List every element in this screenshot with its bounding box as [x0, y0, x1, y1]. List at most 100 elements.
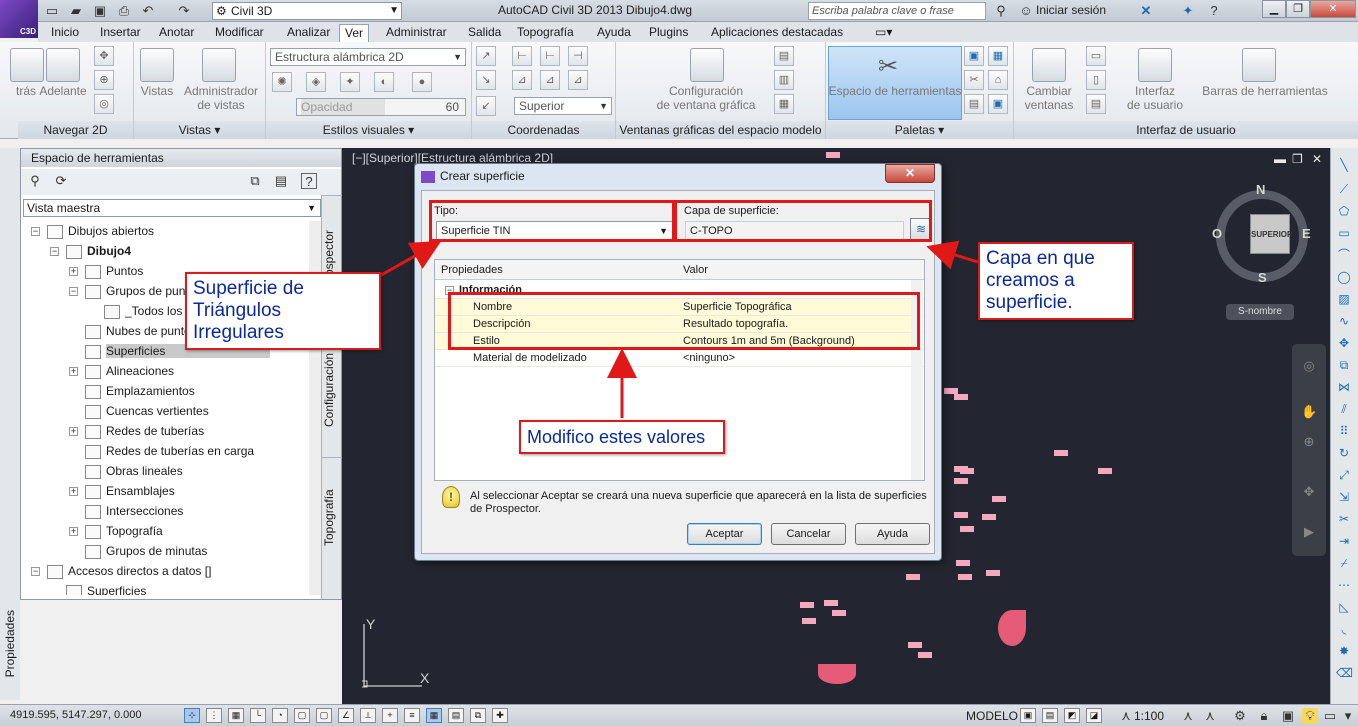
explode-icon[interactable]: ✸ — [1336, 644, 1352, 658]
navigation-bar[interactable]: ◎ ✋ ⊕ ✥ ▶ — [1292, 344, 1326, 556]
selection-cycling-icon[interactable]: ⧉ — [470, 708, 486, 723]
copy-icon[interactable]: ⧉ — [1336, 358, 1352, 372]
compass-west[interactable]: O — [1212, 226, 1222, 241]
palette-d-icon[interactable]: ⌂ — [988, 70, 1008, 90]
erase-icon[interactable]: ⌫ — [1336, 666, 1353, 680]
ucs-world-icon[interactable]: ↘ — [476, 70, 496, 90]
shadow-icon[interactable]: ◐ — [374, 72, 394, 92]
light-icon[interactable]: ✦ — [340, 72, 360, 92]
expand-icon[interactable]: + — [69, 487, 78, 496]
ucs-icon[interactable]: ↗ — [476, 46, 496, 66]
tree-node[interactable]: + Alineaciones — [69, 361, 174, 381]
panel-title-estilos[interactable]: Estilos visuales ▾ — [266, 121, 471, 139]
help-icon[interactable]: ? — [1206, 3, 1222, 19]
prop-column-header[interactable]: Propiedades — [441, 260, 503, 280]
tab-analizar[interactable]: Analizar — [282, 24, 335, 42]
ortho-icon[interactable]: └ — [250, 708, 266, 723]
spline-icon[interactable]: ∿ — [1336, 314, 1352, 328]
viewport-minimize-icon[interactable]: ▬ — [1274, 152, 1286, 166]
refresh-icon[interactable]: ⟳ — [53, 173, 69, 189]
palette-a-icon[interactable]: ▣ — [964, 46, 984, 66]
coordinates-readout[interactable]: 4919.595, 5147.297, 0.000 — [10, 709, 142, 721]
statusbar-menu-icon[interactable]: ▾ — [1340, 708, 1356, 724]
autoscale-icon[interactable]: ⋏ — [1202, 708, 1218, 724]
transparency-icon[interactable]: ▦ — [426, 708, 442, 723]
user-icon[interactable]: ☺ — [1018, 3, 1034, 19]
tree-node[interactable]: Obras lineales — [71, 461, 183, 481]
close-button[interactable]: ✕ — [1310, 0, 1356, 18]
ucs-x-icon[interactable]: ⊢ — [540, 46, 560, 66]
workspace-switch-icon[interactable]: ⚙ — [1232, 708, 1248, 724]
toolbars-icon[interactable] — [1242, 48, 1276, 82]
cancel-button[interactable]: Cancelar — [771, 523, 846, 545]
minimize-button[interactable]: ▁ — [1262, 0, 1286, 18]
quickview-layouts-icon[interactable]: ▣ — [1020, 708, 1036, 723]
tile-c-icon[interactable]: ▤ — [1086, 94, 1106, 114]
tab-ayuda[interactable]: Ayuda — [592, 24, 636, 42]
lineweight-icon[interactable]: ≡ — [404, 708, 420, 723]
sun-icon[interactable]: ✺ — [272, 72, 292, 92]
panel-title-vistas[interactable]: Vistas ▾ — [134, 121, 265, 139]
array-icon[interactable]: ⠿ — [1336, 424, 1352, 438]
chamfer-icon[interactable]: ◺ — [1336, 600, 1352, 614]
fillet-icon[interactable]: ◟ — [1336, 622, 1352, 636]
ucs-origin-icon[interactable]: ⊢ — [512, 46, 532, 66]
help-button[interactable]: Ayuda — [855, 523, 930, 545]
zoom-search-icon[interactable]: ⚲ — [27, 173, 43, 189]
tab-insertar[interactable]: Insertar — [95, 24, 146, 42]
tree-node[interactable]: Emplazamientos — [71, 381, 195, 401]
binoculars-icon[interactable]: ⚲ — [993, 3, 1009, 19]
polygon-icon[interactable]: ⬠ — [1336, 204, 1352, 218]
viewcube-face[interactable]: SUPERIOR — [1250, 214, 1293, 254]
panel-title-paletas[interactable]: Paletas ▾ — [826, 121, 1013, 139]
join-icon[interactable]: ⋯ — [1336, 578, 1352, 592]
ucs-3point-icon[interactable]: ⊿ — [512, 70, 532, 90]
pan-status-icon[interactable]: ◩ — [1064, 708, 1080, 723]
pan-hand-icon[interactable]: ✋ — [1301, 404, 1317, 420]
new-file-icon[interactable]: ▭ — [44, 3, 60, 19]
rotate-icon[interactable]: ↻ — [1336, 446, 1352, 460]
zoom-icon[interactable]: ⊕ — [94, 70, 114, 90]
collapse-icon[interactable]: − — [69, 287, 78, 296]
viewport-close-icon[interactable]: ✕ — [1312, 152, 1322, 166]
stretch-icon[interactable]: ⇲ — [1336, 490, 1352, 504]
move-icon[interactable]: ✥ — [1336, 336, 1352, 350]
app-logo[interactable]: C3D — [0, 0, 38, 38]
tab-aplicaciones-destacadas[interactable]: Aplicaciones destacadas — [706, 24, 848, 42]
restore-button[interactable]: ❐ — [1286, 0, 1310, 18]
lock-icon[interactable]: 🔒︎ — [1256, 708, 1272, 724]
star-icon[interactable]: ✦ — [1180, 3, 1196, 19]
viewport-restore-icon[interactable]: ❐ — [1292, 152, 1303, 166]
panel-icon[interactable]: ▤ — [273, 173, 289, 189]
tree-node[interactable]: + Puntos — [69, 261, 143, 281]
ribbon-minimize-icon[interactable]: ▭▾ — [870, 24, 897, 42]
ucs-z-icon[interactable]: ⊣ — [568, 46, 588, 66]
print-icon[interactable]: ⎙ — [116, 3, 132, 19]
tree-node[interactable]: − Dibujos abiertos — [31, 221, 154, 241]
tab-plugins[interactable]: Plugins — [644, 24, 693, 42]
dyn-icon[interactable]: + — [382, 708, 398, 723]
collapse-icon[interactable]: − — [31, 227, 40, 236]
tile-a-icon[interactable]: ▭ — [1086, 46, 1106, 66]
tree-node[interactable]: Nubes de puntos — [71, 321, 197, 341]
tree-node[interactable]: Grupos de minutas — [71, 541, 207, 561]
break-icon[interactable]: ⌿ — [1336, 556, 1352, 570]
viewport-b-icon[interactable]: ▥ — [774, 70, 794, 90]
orbit-icon[interactable]: ✥ — [1301, 484, 1317, 500]
palette-c-icon[interactable]: ✂ — [964, 70, 984, 90]
expand-icon[interactable]: + — [69, 427, 78, 436]
viewport-config-icon[interactable] — [690, 48, 724, 82]
grid-icon[interactable]: ▦ — [228, 708, 244, 723]
collapse-icon[interactable]: − — [50, 247, 59, 256]
viewport-a-icon[interactable]: ▤ — [774, 46, 794, 66]
palette-f-icon[interactable]: ▣ — [988, 94, 1008, 114]
infer-icon[interactable]: ⊹ — [184, 708, 200, 723]
circle-icon[interactable]: ◯ — [1336, 270, 1352, 284]
opacity-field[interactable]: Opacidad 60 — [296, 98, 466, 116]
offset-icon[interactable]: ⫽ — [1336, 402, 1352, 416]
view-select[interactable]: Vista maestra ▼ — [23, 199, 321, 217]
expand-icon[interactable]: + — [69, 267, 78, 276]
annotation-visibility-icon[interactable]: ⋏ — [1180, 708, 1196, 724]
osnap-icon[interactable]: ▢ — [294, 708, 310, 723]
ok-button[interactable]: Aceptar — [687, 523, 762, 545]
